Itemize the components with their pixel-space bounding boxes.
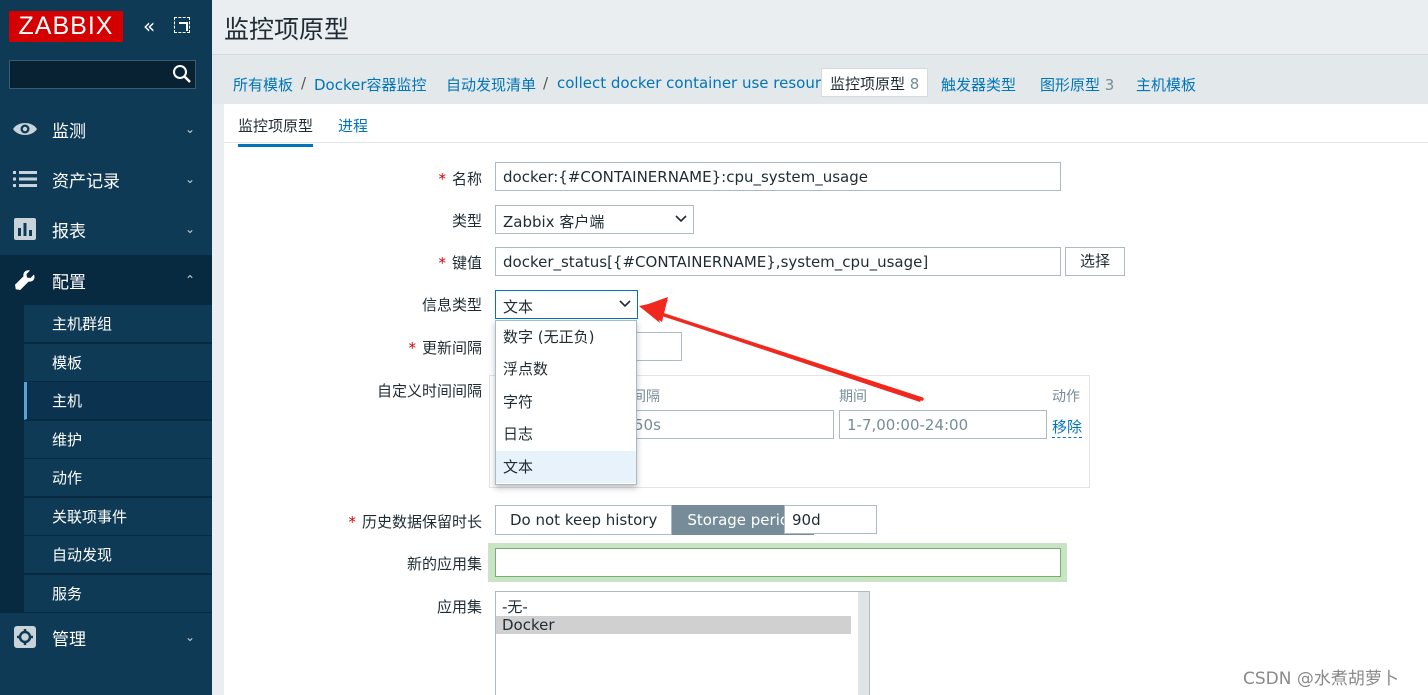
update-interval-label-text: 更新间隔 (421, 339, 482, 357)
submenu-maintenance[interactable]: 维护 (24, 420, 212, 459)
kiosk-mode-icon[interactable] (174, 17, 190, 33)
configuration-submenu: 主机群组 模板 主机 维护 动作 关联项事件 自动发现 服务 (0, 305, 212, 613)
gear-icon (12, 625, 38, 649)
chevron-down-icon: ⌄ (185, 172, 196, 186)
tab-item-prototypes-label: 监控项原型 (830, 75, 906, 93)
bar-chart-icon (12, 217, 38, 241)
interval-input[interactable]: 50s (626, 410, 834, 439)
tab-graph-prototypes[interactable]: 图形原型 3 (1040, 74, 1114, 95)
info-type-select[interactable]: 文本 (495, 290, 638, 319)
key-label: * 键值 (438, 254, 482, 272)
type-select[interactable]: Zabbix 客户端 (495, 205, 694, 234)
key-label-text: 键值 (451, 254, 482, 272)
tab-host-templates[interactable]: 主机模板 (1136, 74, 1196, 95)
menu-administration-label: 管理 (52, 629, 86, 650)
chevron-down-icon (675, 215, 687, 223)
history-period-input[interactable]: 90d (784, 505, 877, 534)
info-type-select-value: 文本 (503, 298, 534, 316)
collapse-sidebar-icon[interactable]: « (143, 16, 155, 36)
zabbix-logo[interactable]: ZABBIX (9, 11, 123, 42)
info-type-option-unsigned[interactable]: 数字 (无正负) (496, 321, 636, 353)
do-not-keep-history-button[interactable]: Do not keep history (495, 505, 673, 535)
application-option-none[interactable]: -无- (496, 598, 869, 616)
submenu-hosts[interactable]: 主机 (24, 382, 212, 420)
remove-link[interactable]: 移除 (1052, 416, 1083, 438)
name-input[interactable]: docker:{#CONTAINERNAME}:cpu_system_usage (495, 162, 1061, 191)
menu-configuration-label: 配置 (52, 272, 86, 293)
name-label-text: 名称 (451, 170, 482, 188)
breadcrumb: 所有模板 / Docker容器监控 自动发现清单 / collect docke… (212, 54, 1428, 104)
tab-process[interactable]: 进程 (338, 115, 368, 136)
menu-configuration[interactable]: 配置 ⌃ (0, 255, 212, 305)
period-input[interactable]: 1-7,00:00-24:00 (839, 410, 1047, 439)
history-label-text: 历史数据保留时长 (361, 513, 482, 531)
eye-icon (12, 117, 38, 141)
applications-label: 应用集 (436, 598, 482, 616)
list-icon (12, 167, 38, 191)
info-type-label: 信息类型 (421, 296, 482, 314)
tab-item-prototype[interactable]: 监控项原型 (238, 115, 314, 147)
new-application-input[interactable] (495, 548, 1061, 577)
action-column-header: 动作 (1052, 389, 1080, 405)
form-container: 监控项原型 进程 * 名称 docker:{#CONTAINERNAME}:cpu… (224, 104, 1428, 695)
menu-monitoring[interactable]: 监测 ⌄ (0, 104, 212, 154)
custom-interval-label: 自定义时间间隔 (376, 382, 482, 400)
page-title: 监控项原型 (224, 15, 350, 44)
menu-monitoring-label: 监测 (52, 121, 86, 142)
breadcrumb-discovery-list[interactable]: 自动发现清单 (446, 74, 536, 95)
submenu-host-groups[interactable]: 主机群组 (24, 305, 212, 343)
info-type-dropdown: 数字 (无正负) 浮点数 字符 日志 文本 (495, 320, 637, 485)
submenu-event-correlation[interactable]: 关联项事件 (24, 497, 212, 536)
chevron-up-icon: ⌃ (185, 273, 196, 287)
history-mode-toggle: Do not keep history Storage period (495, 505, 814, 535)
key-input[interactable]: docker_status[{#CONTAINERNAME},system_cp… (495, 247, 1061, 276)
name-label: * 名称 (438, 170, 482, 188)
applications-listbox[interactable]: -无- Docker (495, 591, 870, 695)
chevron-down-icon: ⌄ (185, 630, 196, 644)
menu-administration[interactable]: 管理 ⌄ (0, 612, 212, 662)
info-type-option-text[interactable]: 文本 (496, 450, 636, 483)
breadcrumb-separator: / (543, 74, 549, 92)
menu-reports[interactable]: 报表 ⌄ (0, 204, 212, 254)
submenu-services[interactable]: 服务 (24, 574, 212, 613)
submenu-templates[interactable]: 模板 (24, 343, 212, 382)
breadcrumb-separator: / (301, 74, 307, 92)
watermark: CSDN @水煮胡萝卜 (1243, 669, 1399, 689)
info-type-option-float[interactable]: 浮点数 (496, 353, 636, 385)
chevron-down-icon: ⌄ (185, 222, 196, 236)
breadcrumb-discovery-rule[interactable]: collect docker container use resource (557, 74, 838, 92)
breadcrumb-all-templates[interactable]: 所有模板 (233, 74, 293, 95)
tab-item-prototypes[interactable]: 监控项原型 8 (821, 68, 929, 97)
breadcrumb-template[interactable]: Docker容器监控 (314, 74, 427, 95)
submenu-actions[interactable]: 动作 (24, 459, 212, 497)
type-label: 类型 (451, 212, 482, 230)
tab-graph-prototypes-label: 图形原型 (1040, 76, 1101, 94)
period-column-header: 期间 (839, 389, 867, 405)
submenu-discovery[interactable]: 自动发现 (24, 536, 212, 574)
form-tabs: 监控项原型 进程 (224, 104, 1428, 147)
menu-inventory[interactable]: 资产记录 ⌄ (0, 154, 212, 204)
sidebar-search-input[interactable] (9, 60, 196, 89)
info-type-option-character[interactable]: 字符 (496, 386, 636, 418)
history-label: * 历史数据保留时长 (348, 513, 482, 531)
menu-inventory-label: 资产记录 (52, 171, 120, 192)
chevron-down-icon (619, 300, 631, 308)
new-application-label: 新的应用集 (406, 555, 482, 573)
tab-trigger-types[interactable]: 触发器类型 (941, 74, 1016, 95)
application-option-docker[interactable]: Docker (496, 616, 851, 634)
tab-graph-prototypes-count: 3 (1104, 76, 1115, 94)
info-type-option-log[interactable]: 日志 (496, 418, 636, 450)
sidebar: ZABBIX « 监测 ⌄ 资产记录 ⌄ 报表 ⌄ 配置 ⌃ 主机群组 模板 主… (0, 0, 212, 695)
select-key-button[interactable]: 选择 (1065, 247, 1125, 276)
chevron-down-icon: ⌄ (185, 122, 196, 136)
applications-scrollbar[interactable] (858, 592, 869, 695)
wrench-icon (12, 268, 38, 292)
update-interval-label: * 更新间隔 (408, 339, 482, 357)
tab-item-prototypes-count: 8 (909, 75, 920, 93)
type-select-value: Zabbix 客户端 (503, 213, 605, 231)
menu-reports-label: 报表 (52, 221, 86, 242)
search-icon[interactable] (172, 64, 192, 84)
